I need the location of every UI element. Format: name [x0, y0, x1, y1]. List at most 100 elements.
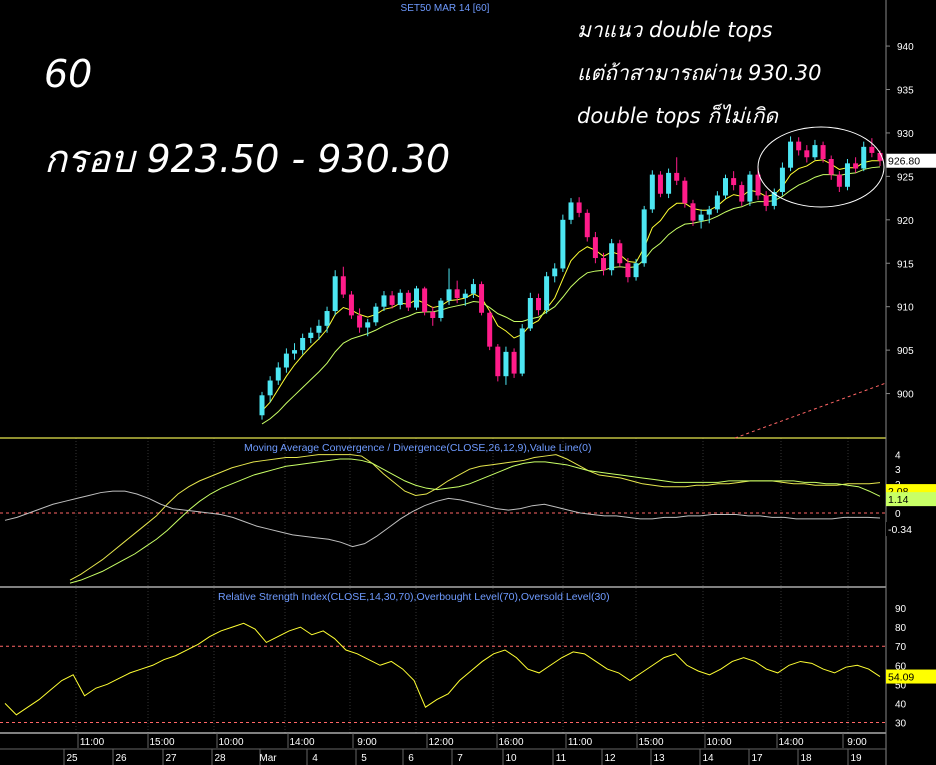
rsi-indicator-title: Relative Strength Index(CLOSE,14,30,70),…	[218, 591, 610, 603]
time-label: 12:00	[428, 737, 453, 748]
bull-candle	[519, 324, 525, 377]
candle-body	[592, 237, 598, 259]
candle-body	[527, 298, 533, 329]
candle-body	[259, 395, 265, 416]
candle-body	[340, 276, 346, 295]
bull-candle	[544, 271, 550, 314]
candle-body	[820, 145, 826, 159]
candle-body	[869, 146, 875, 153]
date-label: 13	[653, 753, 665, 764]
candle-body	[617, 243, 623, 264]
candle-body	[438, 300, 444, 318]
macd-tick-label: 3	[895, 465, 901, 476]
candle-body	[535, 298, 541, 311]
candle-body	[804, 150, 810, 158]
date-label: 26	[115, 753, 127, 764]
candle-body	[739, 185, 745, 202]
candle-body	[657, 174, 663, 194]
candle-body	[470, 284, 476, 294]
rsi-tick-label: 40	[895, 699, 907, 710]
bull-candle	[414, 285, 419, 311]
chart-background	[0, 0, 936, 765]
date-label: 7	[457, 753, 463, 764]
candle-body	[625, 263, 631, 278]
rsi-tick-label: 90	[895, 604, 907, 615]
bull-candle	[527, 292, 533, 332]
bear-candle	[487, 310, 493, 351]
candle-body	[389, 295, 395, 305]
candle-body	[649, 174, 655, 210]
candle-body	[763, 195, 769, 206]
candle-body	[601, 258, 607, 271]
candle-body	[324, 311, 330, 326]
bear-candle	[584, 209, 590, 242]
bear-candle	[657, 171, 663, 198]
candle-body	[853, 163, 859, 169]
rsi-tick-label: 80	[895, 623, 907, 634]
rsi-tick-label: 70	[895, 642, 907, 653]
price-tick-label: 900	[897, 390, 914, 401]
price-tick-label: 920	[897, 216, 914, 227]
time-label: 9:00	[847, 737, 867, 748]
timeframe-label: 60	[44, 52, 93, 96]
time-label: 16:00	[498, 737, 523, 748]
time-label: 11:00	[80, 737, 105, 748]
chart-canvas: SET50 MAR 14 [60] 9009059109159209259309…	[0, 0, 936, 765]
bear-candle	[479, 281, 485, 316]
candle-body	[828, 159, 834, 175]
candle-body	[373, 306, 379, 323]
candle-body	[609, 243, 615, 271]
candle-body	[446, 289, 452, 301]
bull-candle	[844, 159, 850, 191]
note-line-3: double tops ก็ไม่เกิด	[577, 104, 778, 128]
candle-body	[779, 167, 785, 193]
candle-body	[397, 292, 403, 305]
candle-body	[861, 146, 867, 169]
candle-body	[723, 178, 728, 196]
price-tick-label: 940	[897, 42, 914, 53]
candle-body	[454, 289, 460, 298]
note-line-1: มาแนว double tops	[577, 18, 773, 42]
date-label: 11	[556, 753, 567, 764]
date-label: 27	[165, 753, 177, 764]
date-label: 28	[214, 753, 226, 764]
bull-candle	[609, 238, 615, 276]
date-label: 14	[702, 753, 714, 764]
bull-candle	[438, 298, 444, 322]
bull-candle	[332, 270, 338, 316]
date-label: 12	[604, 753, 616, 764]
candle-body	[698, 214, 704, 221]
candle-body	[544, 276, 550, 311]
rsi-tick-label: 30	[895, 718, 907, 729]
price-tick-label: 905	[897, 346, 914, 357]
candle-body	[714, 195, 720, 210]
date-label: 5	[361, 753, 367, 764]
candle-body	[422, 288, 428, 312]
note-line-2: แต่ถ้าสามารถผ่าน 930.30	[577, 61, 822, 85]
bull-candle	[788, 136, 794, 172]
candle-body	[348, 294, 354, 316]
last-price-label: 926.80	[888, 156, 920, 168]
price-tick-label: 935	[897, 86, 914, 97]
candle-body	[666, 172, 672, 194]
candle-body	[690, 203, 696, 221]
candle-body	[503, 351, 509, 377]
time-label: 10:00	[218, 737, 243, 748]
candle-body	[381, 295, 387, 307]
bull-candle	[666, 168, 672, 199]
candle-body	[560, 219, 566, 269]
date-label: 4	[312, 753, 318, 764]
bull-candle	[641, 205, 647, 267]
bear-candle	[422, 286, 428, 316]
candle-body	[365, 322, 371, 328]
candle-body	[430, 311, 436, 318]
date-label: 6	[408, 753, 414, 764]
candle-body	[479, 284, 485, 313]
chart-title: SET50 MAR 14 [60]	[401, 3, 490, 14]
bull-candle	[747, 171, 753, 206]
candle-body	[552, 268, 558, 277]
badge-label: 54.09	[888, 672, 914, 684]
candle-body	[283, 353, 289, 368]
candle-body	[706, 209, 712, 215]
price-tick-label: 910	[897, 303, 914, 314]
